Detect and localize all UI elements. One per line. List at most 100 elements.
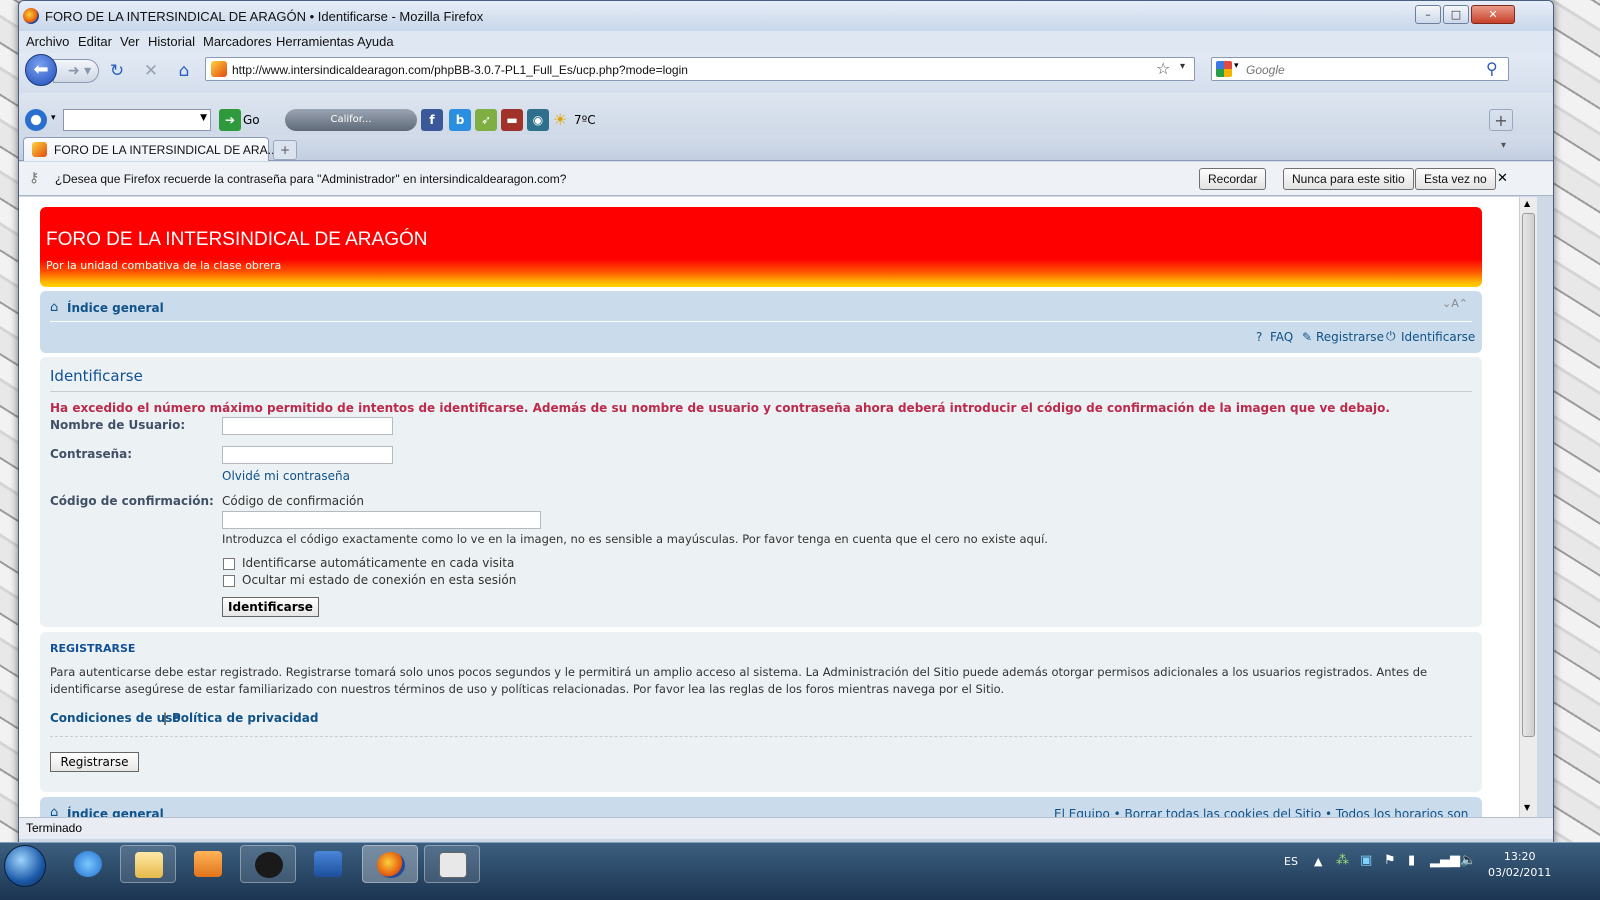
register-separator — [50, 736, 1472, 737]
not-now-button[interactable]: Esta vez no — [1415, 168, 1496, 190]
stop-icon[interactable]: ✕ — [139, 59, 163, 83]
taskbar-check-button[interactable] — [300, 845, 356, 883]
send-icon[interactable]: ➶ — [475, 109, 497, 131]
toolbar-logo-icon[interactable] — [25, 109, 47, 131]
start-button[interactable] — [4, 845, 46, 887]
tray-battery-icon[interactable]: ▮ — [1408, 853, 1415, 868]
maximize-button[interactable]: □ — [1443, 5, 1469, 24]
close-notification-icon[interactable]: ✕ — [1497, 171, 1508, 186]
breadcrumb-index[interactable]: Índice general — [67, 301, 164, 315]
forgot-password-link[interactable]: Olvidé mi contraseña — [222, 469, 350, 483]
tray-language[interactable]: ES — [1284, 855, 1298, 868]
privacy-link[interactable]: Política de privacidad — [172, 711, 318, 725]
menu-herramientas[interactable]: Herramientas — [276, 34, 354, 49]
menu-archivo[interactable]: Archivo — [26, 34, 69, 49]
site-title[interactable]: FORO DE LA INTERSINDICAL DE ARAGÓN — [46, 229, 427, 251]
footer-links[interactable]: El Equipo • Borrar todas las cookies del… — [1054, 807, 1482, 817]
vertical-scrollbar[interactable]: ▲ ▼ — [1519, 197, 1537, 817]
photo-icon[interactable]: ◉ — [527, 109, 549, 131]
add-toolbar-item-icon[interactable]: + — [1489, 109, 1513, 131]
search-engine-dropdown-icon[interactable]: ▾ — [1234, 61, 1239, 71]
google-icon[interactable] — [1216, 61, 1232, 77]
back-button[interactable]: ⬅ — [25, 54, 57, 86]
new-tab-button[interactable]: + — [273, 140, 297, 160]
tray-volume-icon[interactable]: 🔈 — [1460, 853, 1476, 868]
tray-clock[interactable]: 13:20 03/02/2011 — [1488, 849, 1551, 881]
scroll-down-icon[interactable]: ▼ — [1524, 803, 1530, 812]
taskbar-ie-button[interactable] — [60, 845, 116, 883]
hp-icon — [255, 852, 283, 878]
login-link[interactable]: Identificarse — [1401, 330, 1475, 344]
username-input[interactable] — [222, 417, 393, 435]
close-window-button[interactable]: ✕ — [1471, 5, 1515, 24]
scroll-up-icon[interactable]: ▲ — [1524, 199, 1530, 208]
login-submit-button[interactable]: Identificarse — [222, 597, 319, 617]
tray-flag-icon[interactable]: ⚑ — [1384, 853, 1396, 868]
error-message: Ha excedido el número máximo permitido d… — [50, 401, 1390, 415]
status-text: Terminado — [26, 821, 83, 835]
tab-list-icon[interactable]: ▾ — [1501, 140, 1506, 151]
register-text: Para autenticarse debe estar registrado.… — [50, 665, 1428, 696]
menu-marcadores[interactable]: Marcadores — [203, 34, 272, 49]
confirm-code-input[interactable] — [222, 511, 541, 529]
navigation-bar: ➜ ▾ ⬅ ↻ ✕ ⌂ ☆ ▾ ▾ ⚲ — [19, 53, 1553, 93]
url-input[interactable] — [232, 61, 1132, 78]
facebook-icon[interactable]: f — [421, 109, 443, 131]
notification-text: ¿Desea que Firefox recuerde la contraseñ… — [55, 172, 567, 186]
taskbar-hp-button[interactable] — [240, 845, 296, 883]
b-service-icon[interactable]: b — [449, 109, 471, 131]
never-for-site-button[interactable]: Nunca para este sitio — [1283, 168, 1414, 190]
terms-link[interactable]: Condiciones de uso — [50, 711, 181, 725]
footer-panel: ⌂ Índice general El Equipo • Borrar toda… — [40, 797, 1482, 817]
font-size-toggle[interactable]: ⌄A⌃ — [1442, 297, 1468, 310]
toolbar-search-combo[interactable]: ▼ — [63, 109, 211, 131]
toolbar-logo-dropdown-icon[interactable]: ▾ — [51, 113, 56, 123]
minimize-button[interactable]: – — [1415, 5, 1441, 24]
taskbar-media-button[interactable] — [180, 845, 236, 883]
footer-breadcrumb[interactable]: Índice general — [67, 807, 164, 817]
register-link[interactable]: Registrarse — [1316, 330, 1384, 344]
tray-app-icon[interactable]: ▣ — [1360, 853, 1372, 868]
menu-ayuda[interactable]: Ayuda — [357, 34, 394, 49]
scrollbar-thumb[interactable] — [1522, 213, 1535, 737]
login-panel: Identificarse Ha excedido el número máxi… — [40, 357, 1482, 627]
register-button[interactable]: Registrarse — [50, 752, 139, 772]
footer-home-icon: ⌂ — [50, 805, 59, 817]
taskbar-explorer-button[interactable] — [120, 845, 176, 883]
tray-network-activity-icon[interactable]: ⁂ — [1336, 853, 1349, 868]
go-icon[interactable]: ➔ — [219, 109, 241, 131]
search-input[interactable] — [1246, 61, 1476, 78]
login-title: Identificarse — [50, 367, 143, 385]
taskbar-htmlkit-button[interactable] — [424, 845, 480, 883]
links-separator: | — [163, 711, 168, 725]
chevron-down-icon: ▼ — [200, 113, 207, 123]
bookmark-star-icon[interactable]: ☆ — [1156, 59, 1170, 78]
remember-password-button[interactable]: Recordar — [1199, 168, 1267, 190]
go-button[interactable]: Go — [243, 109, 260, 131]
media-icon[interactable]: ▬ — [501, 109, 523, 131]
window-title: FORO DE LA INTERSINDICAL DE ARAGÓN • Ide… — [45, 9, 484, 24]
faq-link[interactable]: FAQ — [1270, 330, 1293, 344]
url-bar[interactable]: ☆ ▾ — [205, 57, 1195, 81]
url-dropdown-icon[interactable]: ▾ — [1180, 61, 1185, 72]
site-favicon — [211, 61, 227, 77]
faq-icon: ? — [1256, 330, 1263, 344]
reload-icon[interactable]: ↻ — [105, 59, 129, 83]
tab-active[interactable]: FORO DE LA INTERSINDICAL DE ARA... — [23, 137, 278, 161]
menu-ver[interactable]: Ver — [120, 34, 140, 49]
home-icon[interactable]: ⌂ — [172, 59, 196, 83]
password-input[interactable] — [222, 446, 393, 464]
autologin-checkbox[interactable] — [223, 558, 235, 570]
search-bar[interactable]: ▾ ⚲ — [1211, 57, 1509, 81]
addon-toolbar: ▾ ▼ ➔ Go Califor... f b ➶ ▬ ◉ ☀ 7ºC + — [19, 93, 1553, 135]
hide-online-checkbox[interactable] — [223, 575, 235, 587]
search-icon[interactable]: ⚲ — [1486, 59, 1498, 78]
forward-button[interactable]: ➜ ▾ — [53, 59, 99, 83]
menu-editar[interactable]: Editar — [78, 34, 112, 49]
radio-player[interactable]: Califor... — [285, 109, 417, 131]
tray-signal-icon[interactable]: ▂▄▆ — [1430, 853, 1460, 868]
tray-expand-icon[interactable]: ▲ — [1314, 855, 1322, 868]
firefox-icon — [23, 8, 39, 24]
taskbar-firefox-button[interactable] — [362, 845, 418, 883]
menu-historial[interactable]: Historial — [148, 34, 195, 49]
